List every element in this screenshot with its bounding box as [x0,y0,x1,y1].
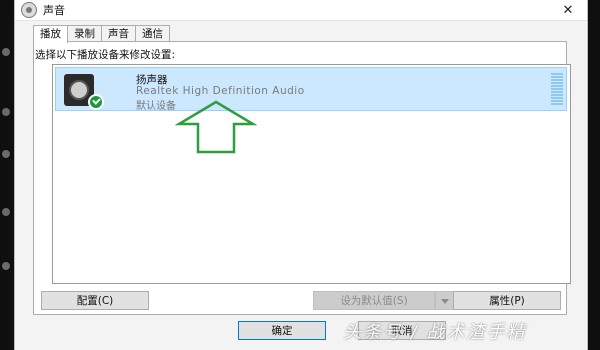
watermark-text: 头条号 / 战术渣手精 [343,322,527,343]
desktop-icon [2,48,10,56]
device-list[interactable]: 扬声器 Realtek High Definition Audio 默认设备 [52,64,571,284]
desktop-left-strip [0,0,14,350]
window-title: 声音 [43,4,65,17]
desktop-right-strip [586,0,600,350]
speaker-cone [69,80,89,100]
set-default-dropdown-arrow[interactable] [435,291,455,310]
device-status: 默认设备 [136,101,176,112]
close-button[interactable]: ✕ [549,0,587,20]
green-up-arrow-icon [175,100,257,154]
speaker-app-icon [21,2,37,18]
tab-sounds[interactable]: 声音 [101,25,136,42]
desktop-icon [2,208,10,216]
desktop-icon [2,150,10,158]
device-item-speaker[interactable]: 扬声器 Realtek High Definition Audio 默认设备 [55,67,567,112]
ok-button[interactable]: 确定 [238,321,326,340]
tab-bar: 播放 录制 声音 通信 [33,25,170,43]
desktop-icon [2,108,10,116]
tab-playback[interactable]: 播放 [33,25,68,43]
set-default-button[interactable]: 设为默认值(S) [313,291,435,310]
sound-dialog: 声音 ✕ 播放 录制 声音 通信 选择以下播放设备来修改设置: 扬声器 Real… [14,0,588,350]
instruction-text: 选择以下播放设备来修改设置: [35,49,176,61]
tab-recording[interactable]: 录制 [67,25,102,42]
volume-level-meter [551,73,563,105]
tab-communications[interactable]: 通信 [135,25,170,42]
device-driver: Realtek High Definition Audio [136,85,305,97]
title-bar: 声音 ✕ [15,0,587,21]
desktop-icon [2,262,10,270]
check-icon [88,94,104,110]
configure-button[interactable]: 配置(C) [41,291,149,310]
properties-button[interactable]: 属性(P) [453,291,561,310]
